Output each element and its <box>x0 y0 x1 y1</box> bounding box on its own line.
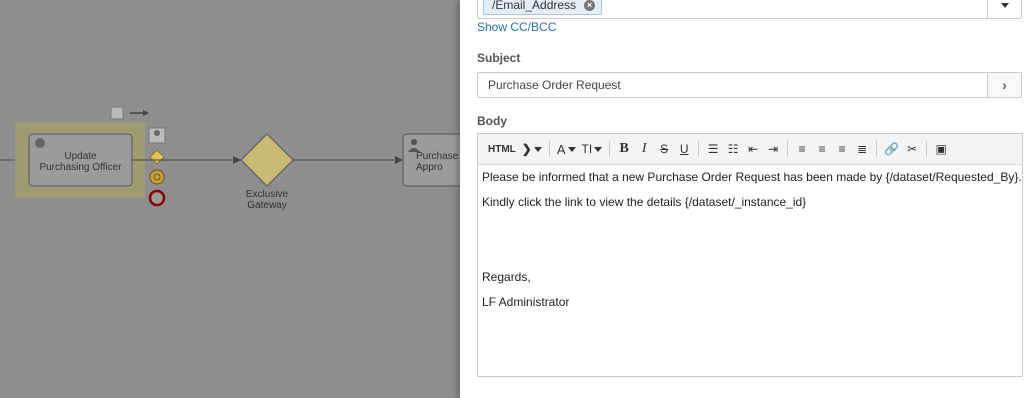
email-settings-panel: /Email_Address × Show CC/BCC Subject Pur… <box>460 0 1035 398</box>
body-line: LF Administrator <box>482 295 570 309</box>
task2-label: Purchase Appro <box>416 151 459 173</box>
subject-label: Subject <box>477 51 521 65</box>
link-icon[interactable]: 🔗 <box>882 139 901 159</box>
recipient-token[interactable]: /Email_Address × <box>483 0 603 15</box>
body-content[interactable]: Please be informed that a new Purchase O… <box>478 165 1022 327</box>
align-justify-icon[interactable]: ≣ <box>853 139 871 159</box>
body-line: Please be informed that a new Purchase O… <box>482 170 1022 184</box>
chevron-down-icon <box>1000 3 1009 8</box>
subject-variable-button[interactable]: › <box>988 72 1022 98</box>
task1-label: Update Purchasing Officer <box>39 151 122 173</box>
exclusive-gateway[interactable] <box>240 133 294 187</box>
gear-icon <box>35 138 45 148</box>
intermediate-event-icon[interactable] <box>149 169 165 185</box>
gateway-label: Exclusive Gateway <box>245 189 289 211</box>
font-color-dropdown[interactable]: A <box>555 139 578 159</box>
subject-input[interactable]: Purchase Order Request <box>477 72 988 98</box>
insert-variable-dropdown[interactable]: ❯ <box>520 139 544 159</box>
process-canvas[interactable]: Update Purchasing Officer Exclusive Gate… <box>0 0 460 398</box>
chevron-right-icon: › <box>1002 77 1007 93</box>
align-left-icon[interactable]: ≡ <box>793 139 811 159</box>
underline-button[interactable]: U <box>675 139 693 159</box>
image-icon[interactable]: ▣ <box>932 139 950 159</box>
bullet-list-icon[interactable]: ☰ <box>704 139 722 159</box>
align-right-icon[interactable]: ≡ <box>833 139 851 159</box>
annotation-icon[interactable] <box>110 106 124 120</box>
show-cc-bcc-link[interactable]: Show CC/BCC <box>477 20 556 34</box>
body-editor[interactable]: HTML ❯ A TI B I S U ☰ ☷ ⇤ ⇥ ≡ ≡ ≡ ≣ 🔗 ✂ … <box>477 133 1023 377</box>
process-diagram <box>0 106 460 207</box>
indent-icon[interactable]: ⇥ <box>764 139 782 159</box>
outdent-icon[interactable]: ⇤ <box>744 139 762 159</box>
body-line <box>482 221 1018 234</box>
body-line: Kindly click the link to view the detail… <box>482 195 807 209</box>
to-field[interactable]: /Email_Address × <box>477 0 1022 19</box>
numbered-list-icon[interactable]: ☷ <box>724 139 742 159</box>
gateway-icon[interactable] <box>149 149 165 165</box>
italic-button[interactable]: I <box>635 139 653 159</box>
recipient-token-label: /Email_Address <box>492 0 577 12</box>
user-icon <box>411 139 417 145</box>
end-event-icon[interactable] <box>148 189 166 207</box>
align-center-icon[interactable]: ≡ <box>813 139 831 159</box>
to-dropdown-button[interactable] <box>987 0 1021 18</box>
editor-toolbar: HTML ❯ A TI B I S U ☰ ☷ ⇤ ⇥ ≡ ≡ ≡ ≣ 🔗 ✂ … <box>478 134 1022 165</box>
body-line: Regards, <box>482 270 531 284</box>
html-mode-button[interactable]: HTML <box>486 139 518 159</box>
remove-token-icon[interactable]: × <box>584 0 596 11</box>
unlink-icon[interactable]: ✂ <box>903 139 921 159</box>
body-line <box>482 246 1018 259</box>
bold-button[interactable]: B <box>615 139 633 159</box>
font-size-dropdown[interactable]: TI <box>580 139 605 159</box>
strikethrough-button[interactable]: S <box>655 139 673 159</box>
body-label: Body <box>477 114 507 128</box>
